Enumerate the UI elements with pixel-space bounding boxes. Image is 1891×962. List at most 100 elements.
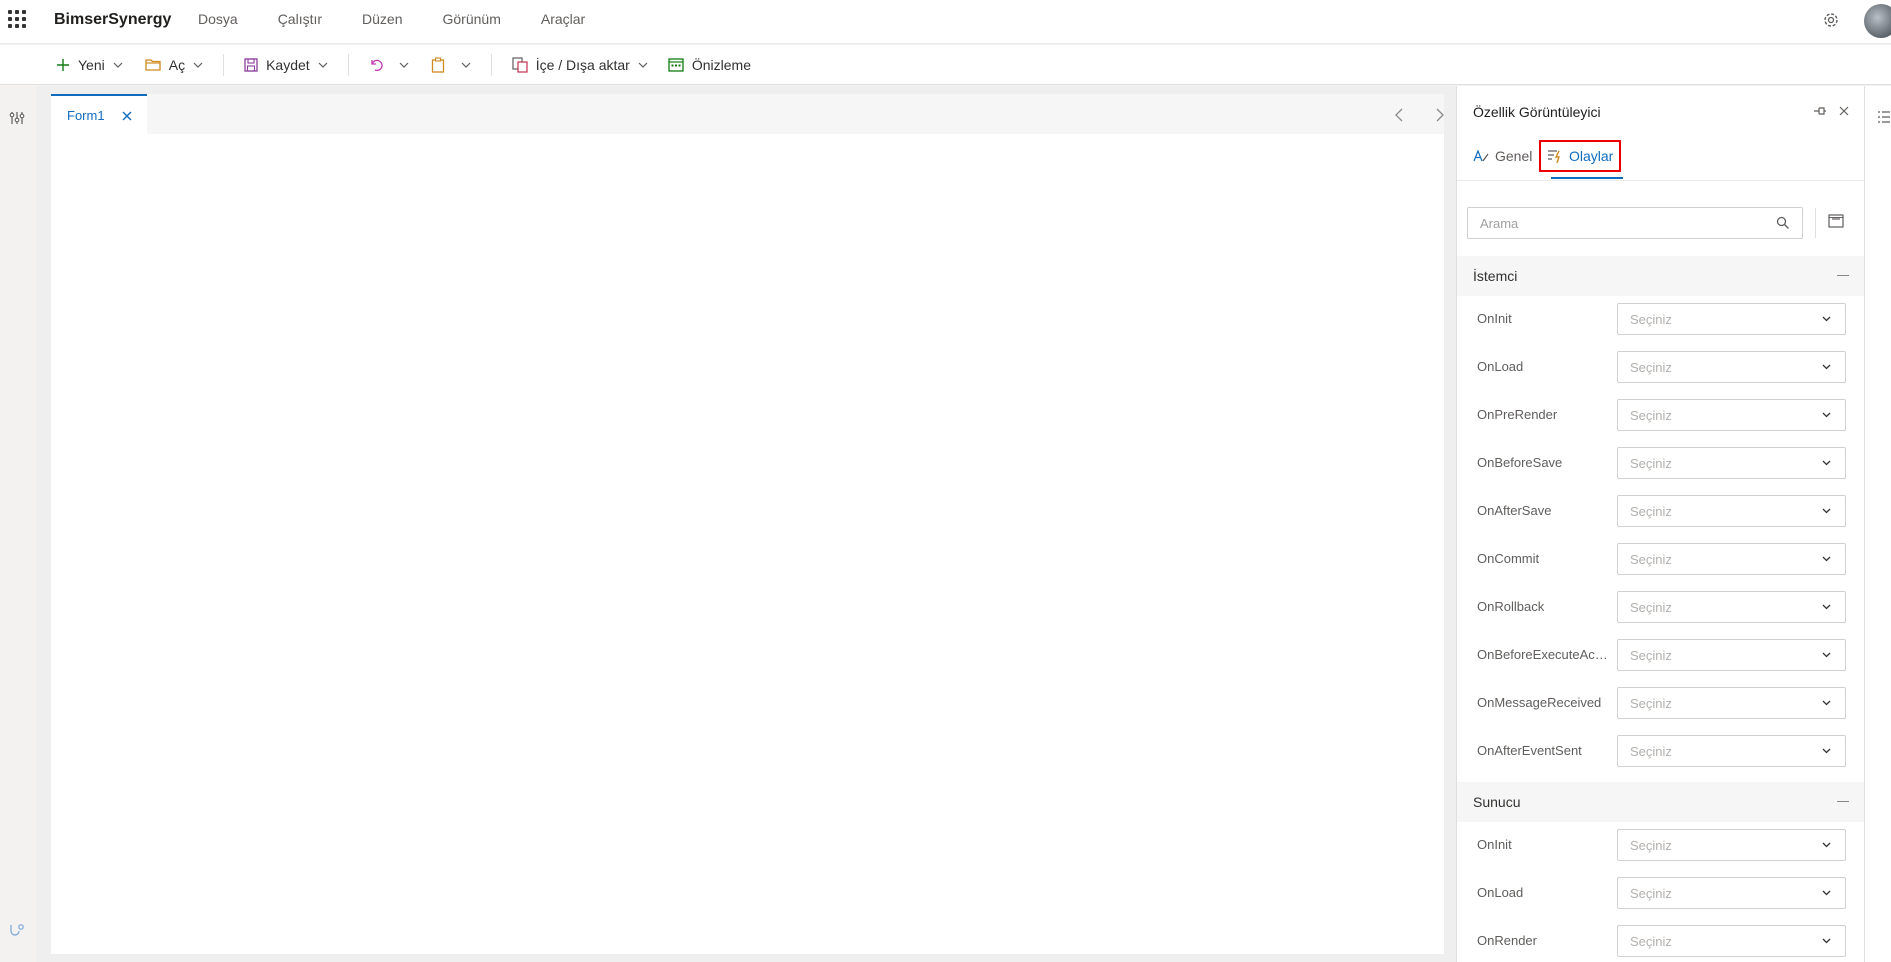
event-select-value: Seçiniz — [1630, 360, 1672, 375]
app-launcher-icon[interactable] — [8, 10, 26, 28]
event-row: OnBeforeExecuteActi... Seçiniz — [1457, 632, 1864, 680]
close-tab-icon[interactable] — [121, 110, 133, 122]
search-divider — [1815, 208, 1816, 238]
tab-events[interactable]: Olaylar — [1539, 140, 1622, 172]
event-name: OnMessageReceived — [1477, 695, 1602, 710]
toolbar-divider — [347, 53, 349, 76]
collapse-section-icon[interactable] — [1837, 275, 1849, 276]
event-name: OnAfterEventSent — [1477, 743, 1582, 758]
event-row: OnPreRender Seçiniz — [1457, 392, 1864, 440]
chevron-left-icon[interactable] — [1394, 108, 1404, 122]
event-select-value: Seçiniz — [1630, 838, 1672, 853]
event-row: OnAfterSave Seçiniz — [1457, 488, 1864, 536]
save-icon — [244, 57, 258, 72]
list-view-icon[interactable] — [1877, 110, 1891, 124]
event-name: OnRender — [1477, 933, 1537, 948]
brand-name: BimserSynergy — [54, 11, 172, 28]
event-select-value: Seçiniz — [1630, 934, 1672, 949]
chevron-down-icon — [1822, 842, 1831, 848]
text-properties-icon — [1473, 149, 1489, 162]
document-tab-strip: Form1 — [51, 94, 1444, 134]
import-export-button-label: İçe / Dışa aktar — [535, 56, 630, 73]
user-avatar[interactable] — [1864, 4, 1891, 38]
import-export-button[interactable]: İçe / Dışa aktar — [506, 50, 654, 80]
event-handler-select[interactable]: Seçiniz — [1617, 639, 1846, 671]
chevron-down-icon — [461, 62, 471, 68]
preview-icon — [668, 57, 684, 72]
event-select-value: Seçiniz — [1630, 456, 1672, 471]
open-button[interactable]: Aç — [139, 50, 209, 80]
chevron-down-icon — [1822, 508, 1831, 514]
active-tab-indicator — [1551, 177, 1623, 179]
event-handler-select[interactable]: Seçiniz — [1617, 687, 1846, 719]
menu-item-duzen[interactable]: Düzen — [362, 11, 402, 27]
property-viewer-panel: Özellik Görüntüleyici Genel Olaylar İste… — [1456, 86, 1864, 962]
event-handler-select[interactable]: Seçiniz — [1617, 495, 1846, 527]
chevron-down-icon — [399, 62, 409, 68]
menu-item-gorunum[interactable]: Görünüm — [443, 11, 501, 27]
chevron-down-icon — [318, 62, 328, 68]
event-handler-select[interactable]: Seçiniz — [1617, 543, 1846, 575]
chevron-down-icon — [1822, 604, 1831, 610]
paste-button[interactable] — [425, 50, 477, 80]
event-row: OnCommit Seçiniz — [1457, 536, 1864, 584]
section-client[interactable]: İstemci — [1457, 256, 1864, 296]
left-tool-rail — [0, 86, 36, 962]
event-handler-select[interactable]: Seçiniz — [1617, 925, 1846, 957]
event-handler-select[interactable]: Seçiniz — [1617, 447, 1846, 479]
event-name: OnPreRender — [1477, 407, 1558, 422]
event-handler-select[interactable]: Seçiniz — [1617, 303, 1846, 335]
tab-general[interactable]: Genel — [1473, 141, 1532, 171]
chevron-down-icon — [1822, 460, 1831, 466]
event-name: OnInit — [1477, 837, 1512, 852]
undo-button[interactable] — [363, 50, 415, 80]
new-button[interactable]: Yeni — [50, 50, 129, 80]
event-row: OnInit Seçiniz — [1457, 822, 1864, 870]
event-select-value: Seçiniz — [1630, 312, 1672, 327]
chevron-down-icon — [1822, 700, 1831, 706]
tab-form1[interactable]: Form1 — [51, 94, 147, 134]
event-select-value: Seçiniz — [1630, 600, 1672, 615]
collapse-section-icon[interactable] — [1837, 801, 1849, 802]
form-design-canvas[interactable] — [51, 134, 1444, 954]
connection-icon[interactable] — [9, 922, 25, 938]
tab-form1-label: Form1 — [67, 107, 105, 123]
event-name: OnLoad — [1477, 885, 1524, 900]
search-input[interactable] — [1468, 208, 1768, 238]
event-name: OnCommit — [1477, 551, 1540, 566]
menu-item-calistir[interactable]: Çalıştır — [278, 11, 322, 27]
menu-item-araclar[interactable]: Araçlar — [541, 11, 585, 27]
panel-title: Özellik Görüntüleyici — [1473, 104, 1601, 120]
undo-icon — [371, 59, 383, 71]
event-handler-select[interactable]: Seçiniz — [1617, 877, 1846, 909]
chevron-down-icon — [1822, 364, 1831, 370]
chevron-right-icon[interactable] — [1435, 108, 1445, 122]
search-icon[interactable] — [1776, 216, 1790, 230]
preview-button[interactable]: Önizleme — [662, 50, 757, 80]
event-row: OnMessageReceived Seçiniz — [1457, 680, 1864, 728]
save-button[interactable]: Kaydet — [238, 50, 334, 80]
preview-button-label: Önizleme — [691, 56, 751, 73]
event-name: OnBeforeExecuteActi... — [1477, 647, 1609, 662]
event-handler-select[interactable]: Seçiniz — [1617, 591, 1846, 623]
close-icon[interactable] — [1839, 106, 1849, 116]
menu-item-dosya[interactable]: Dosya — [198, 11, 238, 27]
event-handler-select[interactable]: Seçiniz — [1617, 351, 1846, 383]
open-button-label: Aç — [168, 56, 186, 73]
collapse-all-icon[interactable] — [1828, 214, 1844, 228]
event-name: OnLoad — [1477, 359, 1524, 374]
event-handler-select[interactable]: Seçiniz — [1617, 829, 1846, 861]
new-button-label: Yeni — [78, 56, 105, 73]
settings-gear-icon[interactable] — [1821, 10, 1841, 30]
toolbar-divider — [223, 53, 225, 76]
event-select-value: Seçiniz — [1630, 552, 1672, 567]
chevron-down-icon — [638, 62, 648, 68]
pin-icon[interactable] — [1813, 106, 1827, 116]
toolbox-icon[interactable] — [9, 110, 25, 126]
section-server[interactable]: Sunucu — [1457, 782, 1864, 822]
event-name: OnInit — [1477, 311, 1512, 326]
chevron-down-icon — [1822, 652, 1831, 658]
event-handler-select[interactable]: Seçiniz — [1617, 399, 1846, 431]
event-select-value: Seçiniz — [1630, 696, 1672, 711]
event-handler-select[interactable]: Seçiniz — [1617, 735, 1846, 767]
